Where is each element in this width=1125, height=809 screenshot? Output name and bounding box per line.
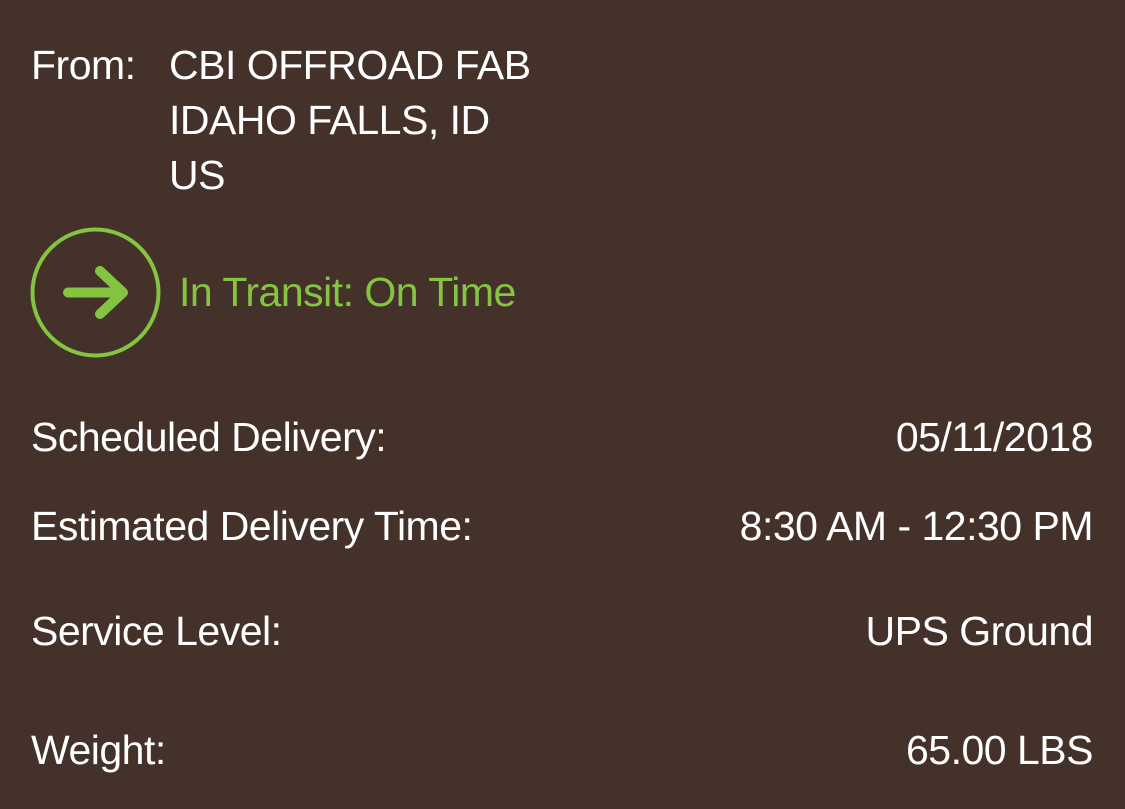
scheduled-delivery-row: Scheduled Delivery: 05/11/2018 [31, 414, 1094, 461]
weight-value: 65.00 LBS [906, 727, 1094, 773]
estimated-delivery-time-value: 8:30 AM - 12:30 PM [739, 503, 1094, 549]
scheduled-delivery-label: Scheduled Delivery: [31, 414, 387, 460]
service-level-label: Service Level: [31, 608, 282, 654]
estimated-delivery-time-row: Estimated Delivery Time: 8:30 AM - 12:30… [31, 503, 1094, 550]
scheduled-delivery-value: 05/11/2018 [895, 414, 1094, 460]
weight-label: Weight: [31, 727, 166, 773]
shipment-status: In Transit: On Time [30, 227, 516, 358]
from-city-state: IDAHO FALLS, ID [169, 97, 490, 143]
from-address: CBI OFFROAD FAB IDAHO FALLS, ID US [169, 38, 531, 203]
from-section: From: CBI OFFROAD FAB IDAHO FALLS, ID US [31, 38, 531, 203]
estimated-delivery-time-label: Estimated Delivery Time: [31, 503, 473, 549]
service-level-row: Service Level: UPS Ground [31, 608, 1094, 655]
from-company: CBI OFFROAD FAB [169, 42, 531, 88]
from-country: US [169, 152, 225, 198]
status-text: In Transit: On Time [179, 269, 516, 315]
weight-row: Weight: 65.00 LBS [31, 727, 1094, 774]
from-label: From: [31, 42, 136, 88]
arrow-right-circle-icon [30, 227, 161, 358]
service-level-value: UPS Ground [865, 608, 1094, 654]
